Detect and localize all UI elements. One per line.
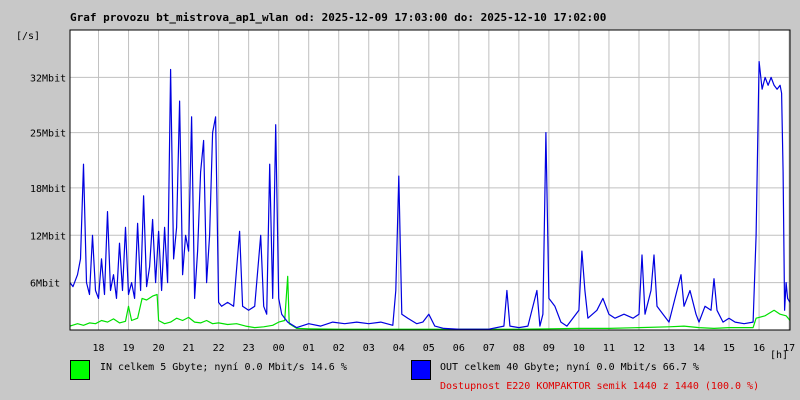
x-tick-label: 04 xyxy=(393,343,405,354)
x-tick-label: 07 xyxy=(483,343,495,354)
traffic-chart: 18 19 20 21 22 23 00 01 02 03 04 05 06 07 08 09 10 11 12 13… xyxy=(30,29,795,354)
x-tick-label: 11 xyxy=(603,343,615,354)
y-tick-label: 12Mbit xyxy=(30,231,66,242)
x-tick-label: 08 xyxy=(513,343,525,354)
y-tick-label: 6Mbit xyxy=(30,279,60,290)
x-tick-label: 12 xyxy=(633,343,645,354)
y-tick-label: 18Mbit xyxy=(30,184,66,195)
x-tick-label: 00 xyxy=(273,343,285,354)
x-tick-label: 20 xyxy=(153,343,165,354)
x-tick-label: 19 xyxy=(123,343,135,354)
x-tick-label: 10 xyxy=(573,343,585,354)
availability-text: Dostupnost E220 KOMPAKTOR semik 1440 z 1… xyxy=(440,381,760,392)
y-tick-label: 32Mbit xyxy=(30,73,66,84)
x-tick-label: 05 xyxy=(423,343,435,354)
x-tick-label: 06 xyxy=(453,343,465,354)
x-tick-label: 13 xyxy=(663,343,675,354)
x-tick-label: 22 xyxy=(213,343,225,354)
x-axis-unit: [h] xyxy=(770,350,789,361)
x-tick-label: 14 xyxy=(693,343,705,354)
legend-out-swatch xyxy=(411,360,431,380)
legend-out-text: OUT celkem 40 Gbyte; nyní 0.0 Mbit/s 66.… xyxy=(440,362,699,373)
x-tick-label: 15 xyxy=(723,343,735,354)
x-tick-label: 01 xyxy=(303,343,315,354)
y-tick-label: 25Mbit xyxy=(30,129,66,140)
x-tick-label: 21 xyxy=(183,343,195,354)
x-tick-label: 16 xyxy=(753,343,765,354)
x-tick-label: 23 xyxy=(243,343,255,354)
x-tick-label: 09 xyxy=(543,343,555,354)
legend-in-swatch xyxy=(70,360,90,380)
legend-in-text: IN celkem 5 Gbyte; nyní 0.0 Mbit/s 14.6 … xyxy=(100,362,347,373)
x-tick-label: 02 xyxy=(333,343,345,354)
x-tick-label: 03 xyxy=(363,343,375,354)
x-tick-label: 18 xyxy=(93,343,105,354)
